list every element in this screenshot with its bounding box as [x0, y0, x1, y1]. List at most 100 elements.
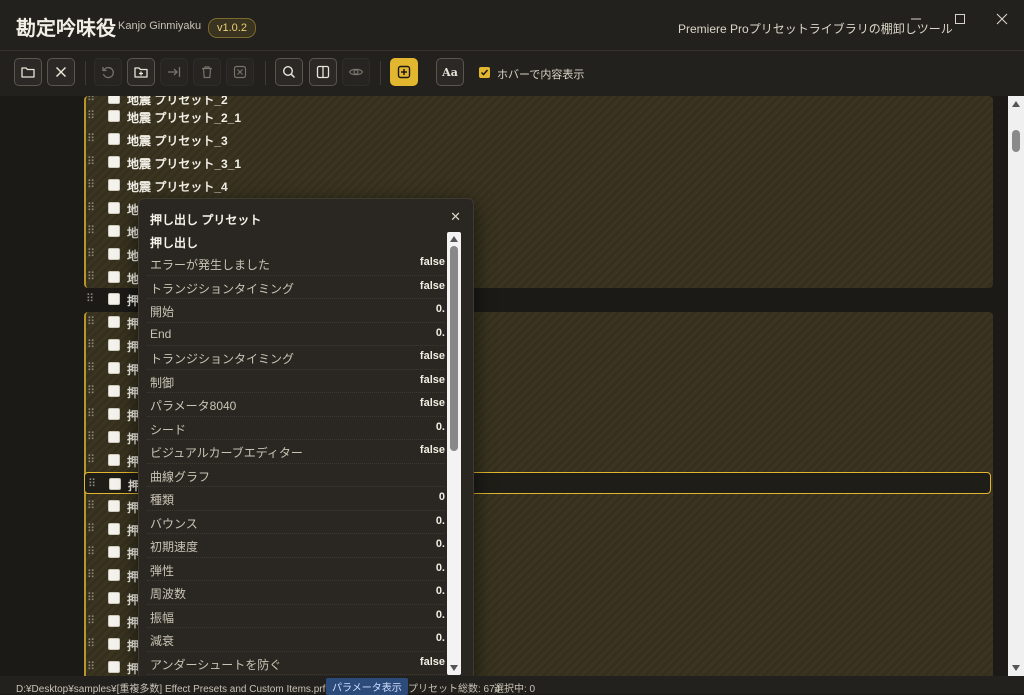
property-row: 制御 false	[147, 370, 445, 393]
drag-handle-icon[interactable]: ⠿	[87, 247, 95, 260]
row-checkbox[interactable]	[108, 316, 120, 328]
popover-close-button[interactable]: ✕	[450, 209, 461, 225]
row-checkbox[interactable]	[108, 293, 120, 305]
property-row: 振幅 0.	[147, 605, 445, 628]
row-checkbox[interactable]	[108, 638, 120, 650]
drag-handle-icon[interactable]: ⠿	[87, 338, 95, 351]
row-checkbox[interactable]	[108, 592, 120, 604]
popover-scrollbar[interactable]	[447, 232, 461, 675]
toolbar-separator	[265, 61, 266, 85]
move-to-button[interactable]	[160, 58, 188, 86]
row-checkbox[interactable]	[108, 431, 120, 443]
row-checkbox[interactable]	[108, 248, 120, 260]
preview-button[interactable]	[342, 58, 370, 86]
drag-handle-icon[interactable]: ⠿	[87, 201, 95, 214]
search-button[interactable]	[275, 58, 303, 86]
row-checkbox[interactable]	[108, 569, 120, 581]
row-checkbox[interactable]	[109, 478, 121, 490]
add-box-icon	[397, 65, 411, 79]
row-checkbox[interactable]	[108, 661, 120, 673]
list-item[interactable]: ⠿ 地震 プリセット_4	[84, 174, 991, 196]
row-checkbox[interactable]	[108, 133, 120, 145]
drag-handle-icon[interactable]: ⠿	[87, 109, 95, 122]
drag-handle-icon[interactable]: ⠿	[87, 407, 95, 420]
property-name: パラメータ8040	[150, 399, 237, 413]
window-close-button[interactable]	[982, 8, 1022, 30]
drag-handle-icon[interactable]: ⠿	[87, 178, 95, 191]
drag-handle-icon[interactable]: ⠿	[87, 384, 95, 397]
property-name: エラーが発生しました	[150, 258, 271, 272]
drag-handle-icon[interactable]: ⠿	[87, 499, 95, 512]
drag-handle-icon[interactable]: ⠿	[87, 545, 95, 558]
property-row: 周波数 0.	[147, 581, 445, 605]
row-checkbox[interactable]	[108, 202, 120, 214]
scroll-up-icon[interactable]	[1012, 101, 1020, 107]
row-checkbox[interactable]	[108, 156, 120, 168]
row-checkbox[interactable]	[108, 500, 120, 512]
hover-preview-checkbox[interactable]	[479, 67, 490, 78]
property-value: false	[419, 444, 445, 456]
add-preset-button[interactable]	[390, 58, 418, 86]
drag-handle-icon[interactable]: ⠿	[87, 430, 95, 443]
list-item[interactable]: ⠿ 地震 プリセット_3	[84, 128, 991, 150]
list-item[interactable]: ⠿ 地震 プリセット_3_1	[84, 151, 991, 173]
property-name: シード	[150, 422, 187, 437]
property-value: 0.	[435, 585, 445, 597]
drag-handle-icon[interactable]: ⠿	[87, 224, 95, 237]
title-bar: 勘定吟味役 Kanjo Ginmiyaku v1.0.2 Premiere Pr…	[0, 0, 1024, 51]
drag-handle-icon[interactable]: ⠿	[87, 132, 95, 145]
drag-handle-icon[interactable]: ⠿	[87, 270, 95, 283]
property-row: エラーが発生しました false	[147, 252, 445, 276]
row-checkbox[interactable]	[108, 179, 120, 191]
scrollbar-thumb[interactable]	[1012, 130, 1020, 152]
scroll-down-icon[interactable]	[450, 665, 458, 671]
property-value: 0.	[435, 632, 445, 644]
drag-handle-icon[interactable]: ⠿	[87, 361, 95, 374]
row-checkbox[interactable]	[108, 96, 120, 104]
row-checkbox[interactable]	[108, 339, 120, 351]
drag-handle-icon[interactable]: ⠿	[87, 155, 95, 168]
undo-button[interactable]	[94, 58, 122, 86]
row-checkbox[interactable]	[108, 362, 120, 374]
row-checkbox[interactable]	[108, 615, 120, 627]
split-view-button[interactable]	[309, 58, 337, 86]
status-bar: D:¥Desktop¥samples¥[重複多数] Effect Presets…	[0, 676, 1024, 695]
drag-handle-icon[interactable]: ⠿	[87, 315, 95, 328]
row-checkbox[interactable]	[108, 271, 120, 283]
row-checkbox[interactable]	[108, 454, 120, 466]
row-checkbox[interactable]	[108, 408, 120, 420]
open-file-button[interactable]	[14, 58, 42, 86]
property-row: 曲線グラフ	[147, 464, 445, 487]
row-checkbox[interactable]	[108, 523, 120, 535]
drag-handle-icon[interactable]: ⠿	[87, 637, 95, 650]
drag-handle-icon[interactable]: ⠿	[87, 568, 95, 581]
close-file-button[interactable]	[47, 58, 75, 86]
list-item[interactable]: ⠿ 地震 プリセット_2_1	[84, 105, 991, 127]
drag-handle-icon[interactable]: ⠿	[86, 292, 94, 305]
drag-handle-icon[interactable]: ⠿	[87, 660, 95, 673]
minimize-button[interactable]	[896, 8, 936, 30]
drag-handle-icon[interactable]: ⠿	[87, 453, 95, 466]
scrollbar-thumb[interactable]	[450, 246, 458, 451]
font-button[interactable]: Aa	[436, 58, 464, 86]
drag-handle-icon[interactable]: ⠿	[87, 522, 95, 535]
drag-handle-icon[interactable]: ⠿	[87, 96, 95, 104]
drag-handle-icon[interactable]: ⠿	[87, 591, 95, 604]
maximize-button[interactable]	[940, 8, 980, 30]
row-checkbox[interactable]	[108, 110, 120, 122]
property-row: 種類 0	[147, 487, 445, 511]
row-checkbox[interactable]	[108, 225, 120, 237]
property-list: エラーが発生しました false トランジションタイミング false 開始 0. End 0…	[139, 252, 445, 679]
row-checkbox[interactable]	[108, 385, 120, 397]
remove-button[interactable]	[226, 58, 254, 86]
drag-handle-icon[interactable]: ⠿	[87, 614, 95, 627]
scroll-down-icon[interactable]	[1012, 665, 1020, 671]
property-value: false	[419, 279, 445, 292]
delete-button[interactable]	[193, 58, 221, 86]
scroll-up-icon[interactable]	[450, 236, 458, 242]
row-checkbox[interactable]	[108, 546, 120, 558]
list-scrollbar[interactable]	[1008, 96, 1024, 676]
drag-handle-icon[interactable]: ⠿	[88, 477, 96, 490]
add-folder-button[interactable]	[127, 58, 155, 86]
property-name: 曲線グラフ	[150, 469, 211, 484]
